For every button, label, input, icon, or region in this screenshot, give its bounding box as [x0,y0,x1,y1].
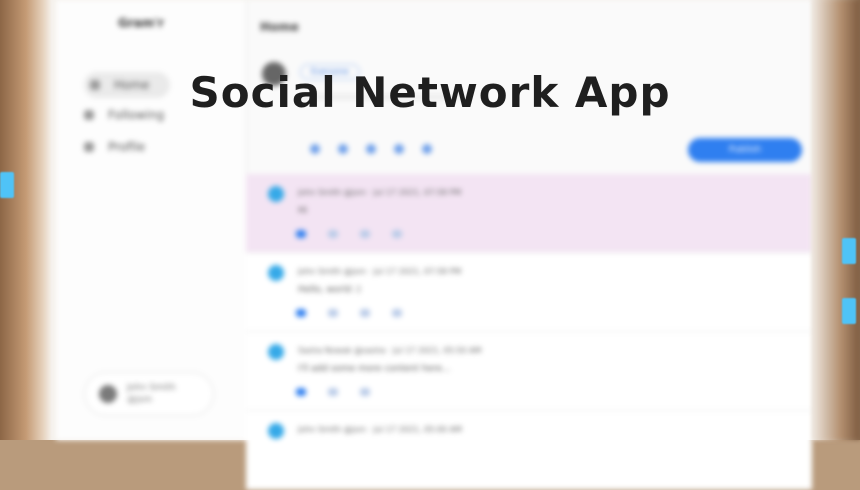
app-brand: Gram'r [118,16,164,30]
page-title: Home [260,20,299,34]
post-actions [296,230,402,238]
avatar[interactable] [268,265,284,281]
avatar[interactable] [268,186,284,202]
user-icon [84,142,94,152]
post-meta: John Smith @jsm · Jul 17 2021, 07:58 PM [298,267,462,276]
list-item[interactable]: Sasha Nowak @sasha · Jul 17 2021, 05:50 … [246,332,812,411]
post-body: Hi [298,206,308,216]
repost-icon[interactable] [360,230,370,238]
user-name: John Smith [127,383,176,393]
emoji-icon[interactable] [394,144,404,154]
avatar[interactable] [268,423,284,439]
main-panel: Home Everyone Publish John Smith @jsm · … [246,0,812,490]
poll-icon[interactable] [366,144,376,154]
like-icon[interactable] [296,309,306,317]
sidebar: Gram'r Home Following Profile John Smith… [56,0,247,440]
reply-icon[interactable] [328,309,338,317]
user-chip[interactable]: John Smith @jsm [84,372,214,416]
post-actions [296,388,370,396]
share-icon[interactable] [392,230,402,238]
repost-icon[interactable] [360,388,370,396]
feed: John Smith @jsm · Jul 17 2021, 07:58 PM … [246,174,812,490]
post-meta: John Smith @jsm · Jul 17 2021, 05:00 AM [298,425,462,434]
post-actions [296,309,402,317]
post-meta: John Smith @jsm · Jul 17 2021, 07:58 PM [298,188,462,197]
like-icon[interactable] [296,388,306,396]
cyan-tab-left [0,172,14,198]
avatar [99,385,117,403]
user-chip-text: John Smith @jsm [127,382,176,406]
avatar[interactable] [268,344,284,360]
like-icon[interactable] [296,230,306,238]
composer-toolbar [310,144,432,154]
gif-icon[interactable] [338,144,348,154]
reply-icon[interactable] [328,388,338,396]
reply-icon[interactable] [328,230,338,238]
sidebar-item-profile[interactable]: Profile [84,134,224,160]
image-icon[interactable] [310,144,320,154]
list-item[interactable]: John Smith @jsm · Jul 17 2021, 07:58 PM … [246,174,812,253]
user-handle: @jsm [127,395,152,405]
post-meta: Sasha Nowak @sasha · Jul 17 2021, 05:50 … [298,346,482,355]
publish-button[interactable]: Publish [688,138,802,162]
cyan-tab-right-1 [842,238,856,264]
repost-icon[interactable] [360,309,370,317]
share-icon[interactable] [392,309,402,317]
cyan-tab-right-2 [842,298,856,324]
sidebar-item-label: Profile [108,140,146,154]
background-photo-right [812,0,860,440]
schedule-icon[interactable] [422,144,432,154]
list-item[interactable]: John Smith @jsm · Jul 17 2021, 05:00 AM [246,411,812,490]
page-title: Social Network App [189,68,671,117]
post-body: I'll add some more content here... [298,364,451,374]
app-screenshot: Gram'r Home Following Profile John Smith… [56,0,812,490]
post-body: Hello, world :) [298,285,361,295]
list-item[interactable]: John Smith @jsm · Jul 17 2021, 07:58 PM … [246,253,812,332]
